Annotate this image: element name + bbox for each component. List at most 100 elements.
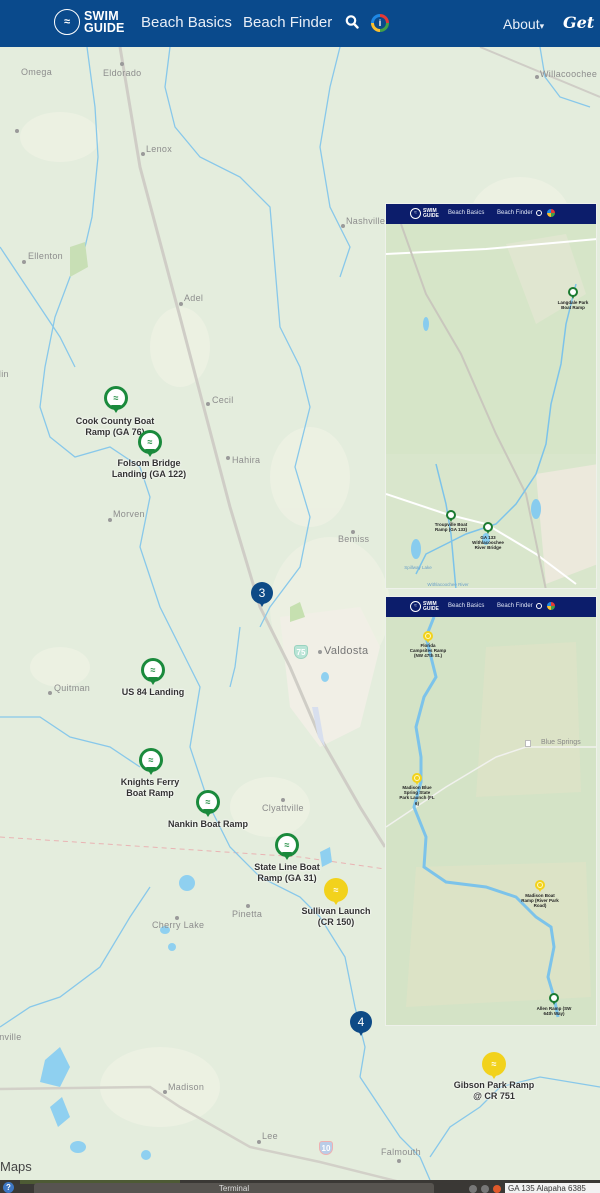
pin-cluster[interactable]: 3: [251, 582, 273, 610]
town-dot: [179, 302, 183, 306]
town-label: Eldorado: [103, 68, 142, 78]
inset-place-label: Spillway Lake: [404, 565, 432, 570]
background-window-text: GA 135 Alapaha 6385: [505, 1183, 600, 1193]
beach-pin-knights-ferry[interactable]: ≈: [139, 748, 163, 778]
inset-map-2[interactable]: ≈ SWIM GUIDE Beach Basics Beach Finder Fl…: [385, 596, 597, 1026]
about-menu[interactable]: About▾: [503, 16, 544, 32]
town-label: Falmouth: [381, 1147, 421, 1157]
town-label: Cherry Lake: [152, 920, 205, 930]
maps-attribution: Maps: [0, 1159, 32, 1174]
inset-map-base: [386, 597, 596, 1025]
town-dot: [141, 152, 145, 156]
inset-place-label: Withlacoochee River: [427, 582, 469, 587]
pin-label[interactable]: Knights Ferry Boat Ramp: [121, 777, 180, 798]
page: ≈ SWIM GUIDE Beach Basics Beach Finder A…: [0, 0, 600, 1193]
inset-pin-label: Troupville Boat Ramp (GA 133): [434, 522, 468, 533]
town-dot: [206, 402, 210, 406]
pin-cluster[interactable]: 4: [350, 1011, 372, 1039]
inset-pin[interactable]: [568, 287, 578, 300]
town-dot: [22, 260, 26, 264]
town-dot: [226, 456, 230, 460]
town-label: Valdosta: [324, 645, 369, 657]
beach-pin-cook-county[interactable]: ≈: [104, 386, 128, 416]
town-label: Cecil: [212, 395, 234, 405]
nav-beach-finder[interactable]: Beach Finder: [243, 14, 332, 31]
swimmer-icon: ≈: [147, 437, 153, 447]
beach-pin-sullivan-launch[interactable]: ≈: [324, 878, 348, 908]
swimmer-icon: ≈: [284, 840, 290, 850]
town-label: Berlin: [0, 369, 9, 379]
town-label: Hahira: [232, 455, 261, 465]
os-taskbar: ? Terminal GA 135 Alapaha 6385: [0, 1180, 600, 1193]
swimmer-icon: ≈: [333, 885, 339, 895]
nav-beach-basics[interactable]: Beach Basics: [141, 14, 232, 31]
info-icon[interactable]: [371, 14, 389, 32]
swimmer-icon: ≈: [491, 1059, 497, 1069]
help-icon[interactable]: ?: [3, 1182, 14, 1193]
pin-label[interactable]: Nankin Boat Ramp: [168, 819, 248, 830]
inset-pin[interactable]: [483, 522, 493, 535]
inset-pin-label: Madison Blue Spring State Park Launch (FL 6…: [399, 785, 435, 806]
town-label: Pinetta: [232, 909, 263, 919]
swimmer-icon: ≈: [113, 393, 119, 403]
search-icon[interactable]: [345, 14, 359, 30]
town-label: Clyattville: [262, 803, 304, 813]
beach-pin-state-line[interactable]: ≈: [275, 833, 299, 863]
inset-pin-label: GA 133 Withlacoochee River Bridge: [472, 535, 504, 551]
pin-label[interactable]: Sullivan Launch (CR 150): [301, 906, 370, 927]
nav-beach-finder: Beach Finder: [497, 210, 533, 216]
town-label: Omega: [21, 67, 53, 77]
town-dot: [120, 62, 124, 66]
town-dot: [535, 75, 539, 79]
nav-beach-finder: Beach Finder: [497, 603, 533, 609]
beach-pin-nankin[interactable]: ≈: [196, 790, 220, 820]
minimize-button[interactable]: [469, 1185, 477, 1193]
inset-pin[interactable]: [535, 880, 545, 893]
inset-navbar: ≈ SWIM GUIDE Beach Basics Beach Finder: [386, 204, 596, 224]
swim-guide-logo: ≈ SWIM GUIDE: [410, 208, 439, 219]
pin-label[interactable]: Gibson Park Ramp @ CR 751: [454, 1080, 535, 1101]
inset-pin-label: Langdale Park Boat Ramp: [557, 300, 589, 311]
swimmer-icon: ≈: [54, 9, 80, 35]
inset-pin-label: Allen Ramp (SW 64th Way): [536, 1006, 572, 1017]
town-label: Willacoochee: [540, 69, 598, 79]
beach-pin-folsom-bridge[interactable]: ≈: [138, 430, 162, 460]
town-label: Adel: [184, 293, 204, 303]
inset-place-label: Blue Springs: [541, 739, 581, 746]
town-label: Morven: [113, 509, 145, 519]
town-dot: [15, 129, 19, 133]
maximize-button[interactable]: [481, 1185, 489, 1193]
info-icon: [547, 602, 555, 610]
swim-guide-logo[interactable]: ≈ SWIM GUIDE: [54, 9, 125, 35]
swimmer-icon: ≈: [410, 208, 421, 219]
inset-map-1[interactable]: ≈ SWIM GUIDE Beach Basics Beach Finder La…: [385, 203, 597, 589]
get-the-app-link[interactable]: Get the: [563, 13, 600, 32]
route-shield: [525, 740, 531, 747]
interstate-75-shield: 75: [294, 645, 308, 659]
pin-label[interactable]: US 84 Landing: [122, 687, 185, 698]
inset-pin[interactable]: [549, 993, 559, 1006]
beach-pin-gibson-park[interactable]: ≈: [482, 1052, 506, 1082]
town-label: Ellenton: [28, 251, 63, 261]
town-label: Lee: [262, 1131, 278, 1141]
nav-beach-basics: Beach Basics: [448, 210, 485, 216]
pin-label[interactable]: State Line Boat Ramp (GA 31): [254, 862, 320, 883]
swimmer-icon: ≈: [205, 797, 211, 807]
chevron-down-icon: ▾: [539, 21, 545, 31]
town-label: Quitman: [54, 683, 91, 693]
beach-pin-us-84-landing[interactable]: ≈: [141, 658, 165, 688]
town-dot: [341, 224, 345, 228]
town-dot: [397, 1159, 401, 1163]
town-label: Greenville: [0, 1032, 22, 1042]
swimmer-icon: ≈: [410, 601, 421, 612]
inset-pin-label: Madison Boat Ramp (River Park Road): [521, 893, 559, 909]
town-dot: [48, 691, 52, 695]
search-icon: [536, 603, 542, 609]
close-button[interactable]: [493, 1185, 501, 1193]
town-dot: [318, 650, 322, 654]
town-dot: [163, 1090, 167, 1094]
pin-label[interactable]: Folsom Bridge Landing (GA 122): [112, 458, 186, 479]
swimmer-icon: ≈: [148, 755, 154, 765]
info-icon: [547, 209, 555, 217]
terminal-window-tab[interactable]: Terminal: [34, 1183, 434, 1193]
